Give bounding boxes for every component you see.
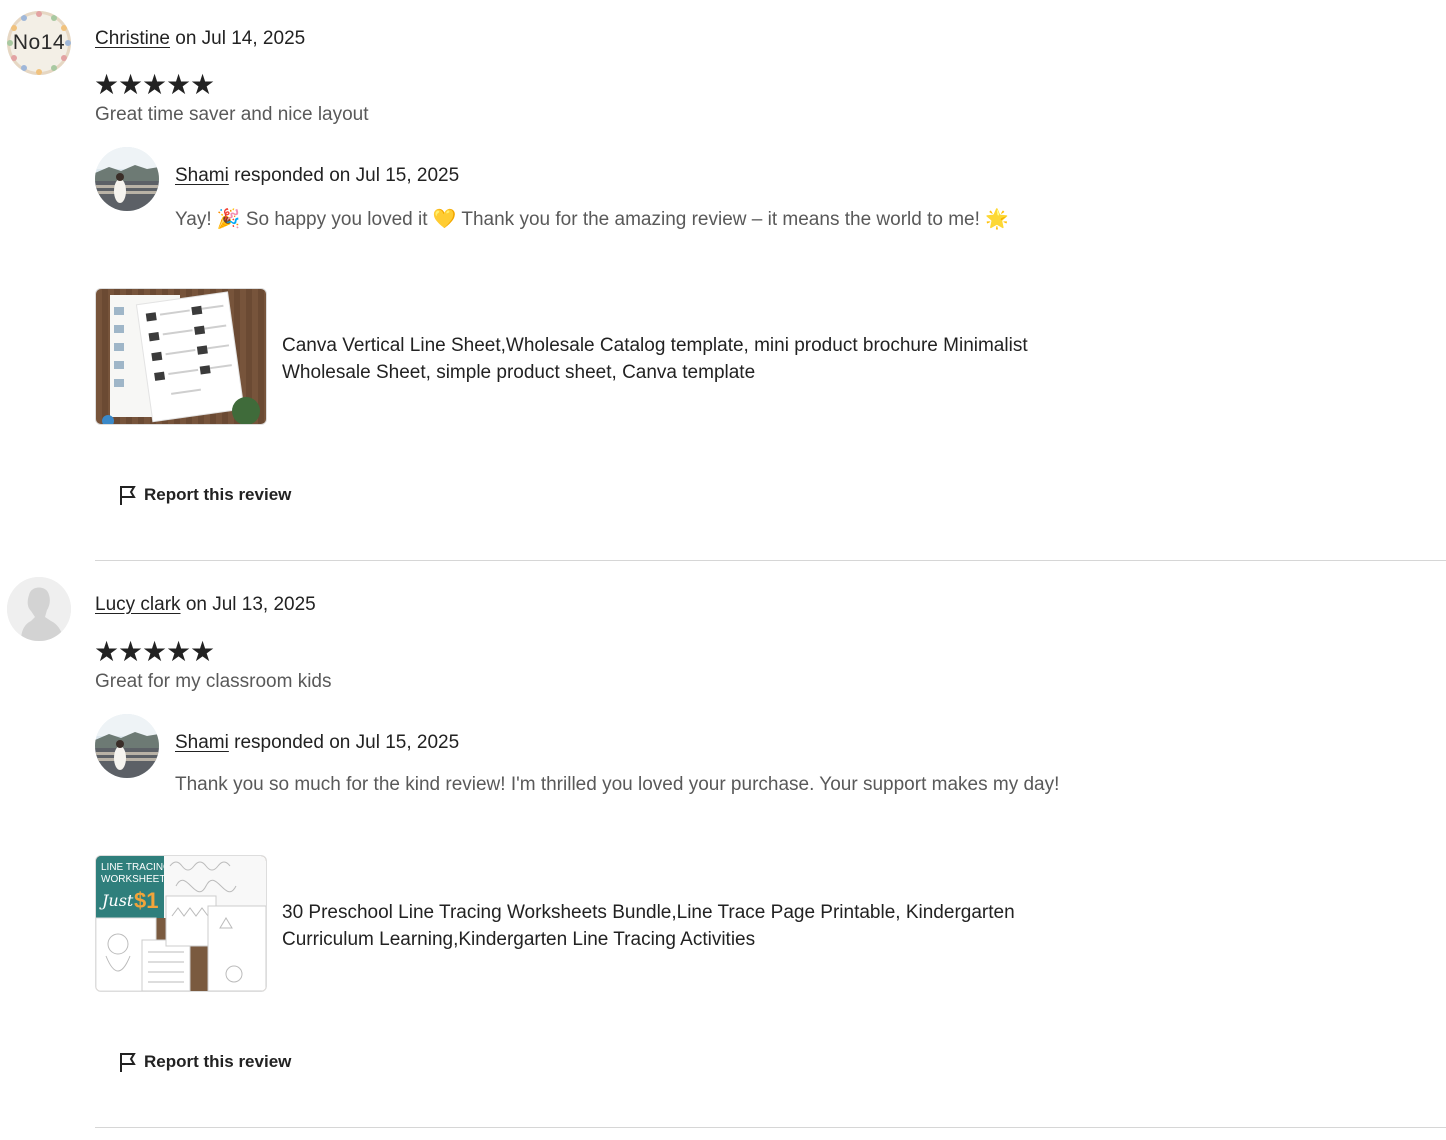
star-icon: ★ xyxy=(142,636,168,667)
line-sheet-thumbnail-icon xyxy=(96,289,266,424)
star-icon: ★ xyxy=(166,636,192,667)
response-text: Yay! 🎉 So happy you loved it 💛 Thank you… xyxy=(175,209,1009,230)
seller-photo-icon xyxy=(95,714,159,778)
report-label: Report this review xyxy=(144,1052,292,1071)
report-label: Report this review xyxy=(144,485,292,504)
star-icon: ★ xyxy=(190,636,216,667)
review-date: on Jul 14, 2025 xyxy=(175,28,306,49)
star-rating: ★★★★★ xyxy=(94,636,216,667)
seller-avatar[interactable] xyxy=(95,147,159,211)
star-icon: ★ xyxy=(118,636,144,667)
flag-icon xyxy=(120,486,136,505)
seller-name-link[interactable]: Shami xyxy=(175,165,229,186)
thumb-title-line2: WORKSHEETS xyxy=(101,874,172,885)
response-text: Thank you so much for the kind review! I… xyxy=(175,774,1060,795)
product-title-link[interactable]: 30 Preschool Line Tracing Worksheets Bun… xyxy=(282,899,1102,953)
review-text: Great for my classroom kids xyxy=(95,671,332,692)
reviewer-avatar[interactable]: No14 xyxy=(7,11,71,75)
review-meta: Christine on Jul 14, 2025 xyxy=(95,28,305,50)
response-meta: Shami responded on Jul 15, 2025 xyxy=(175,732,459,754)
product-thumbnail[interactable] xyxy=(95,288,267,425)
reviewer-name-link[interactable]: Lucy clark xyxy=(95,594,181,615)
star-icon: ★ xyxy=(142,69,168,100)
review-divider xyxy=(95,1127,1446,1128)
star-icon: ★ xyxy=(94,69,120,100)
star-icon: ★ xyxy=(94,636,120,667)
default-user-icon xyxy=(7,577,71,641)
thumb-price-text: $1 xyxy=(134,888,158,913)
review-meta: Lucy clark on Jul 13, 2025 xyxy=(95,594,316,616)
response-date: responded on Jul 15, 2025 xyxy=(234,732,460,753)
reviewer-avatar[interactable] xyxy=(7,577,71,641)
seller-photo-icon xyxy=(95,147,159,211)
seller-avatar[interactable] xyxy=(95,714,159,778)
star-icon: ★ xyxy=(166,69,192,100)
thumb-title-line1: LINE TRACING xyxy=(101,862,171,873)
thumb-script-text: Just xyxy=(99,891,134,910)
flag-icon xyxy=(120,1053,136,1072)
product-thumbnail[interactable]: LINE TRACING WORKSHEETS Just $1 xyxy=(95,855,267,992)
response-meta: Shami responded on Jul 15, 2025 xyxy=(175,165,459,187)
response-date: responded on Jul 15, 2025 xyxy=(234,165,460,186)
avatar-text: No14 xyxy=(12,31,66,54)
seller-name-link[interactable]: Shami xyxy=(175,732,229,753)
product-title-link[interactable]: Canva Vertical Line Sheet,Wholesale Cata… xyxy=(282,332,1102,386)
line-tracing-thumbnail-icon: LINE TRACING WORKSHEETS Just $1 xyxy=(96,856,266,991)
review-text: Great time saver and nice layout xyxy=(95,104,369,125)
star-icon: ★ xyxy=(190,69,216,100)
review-divider xyxy=(95,560,1446,561)
review-date: on Jul 13, 2025 xyxy=(185,594,316,615)
star-icon: ★ xyxy=(118,69,144,100)
reviewer-name-link[interactable]: Christine xyxy=(95,28,170,49)
report-review-button[interactable]: Report this review xyxy=(118,1051,291,1073)
report-review-button[interactable]: Report this review xyxy=(118,484,291,506)
star-rating: ★★★★★ xyxy=(94,69,216,100)
